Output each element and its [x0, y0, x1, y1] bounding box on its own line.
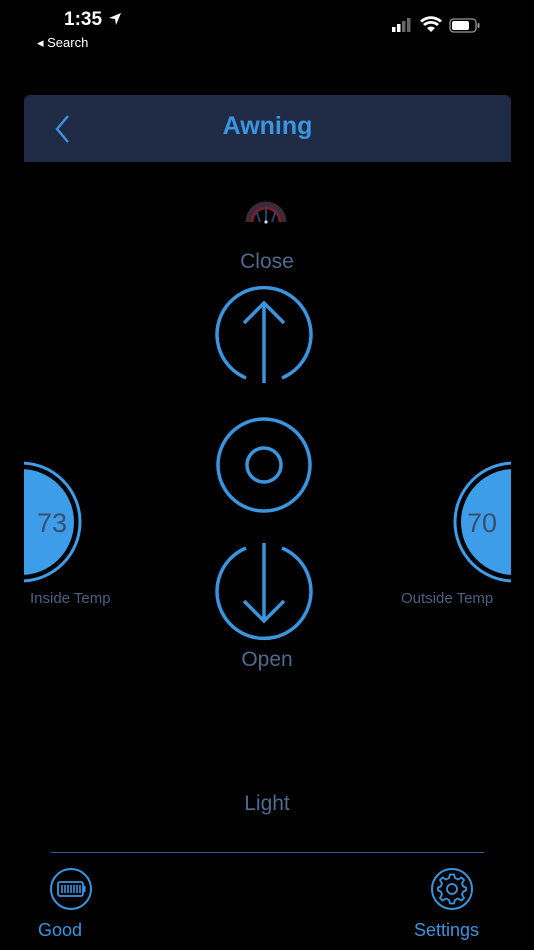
- cellular-signal-icon: [392, 18, 411, 32]
- bottom-divider: [51, 852, 484, 853]
- inside-temp-value: 73: [37, 508, 68, 538]
- settings-button[interactable]: [430, 867, 474, 916]
- outside-temp-value: 70: [467, 508, 498, 538]
- location-arrow-icon: [108, 12, 122, 31]
- open-label: Open: [241, 648, 293, 671]
- page-title: Awning: [222, 112, 313, 140]
- awning-status-icon: [244, 200, 288, 233]
- battery-status-button[interactable]: [49, 867, 93, 916]
- battery-icon: [449, 18, 480, 33]
- inside-temp-gauge: 73: [24, 460, 84, 586]
- outside-temp-label: Outside Temp: [401, 590, 494, 607]
- battery-status-label[interactable]: Good: [38, 920, 82, 941]
- battery-icon: [57, 881, 86, 897]
- light-label[interactable]: Light: [0, 792, 534, 816]
- open-awning-button[interactable]: [212, 541, 316, 650]
- close-label: Close: [240, 250, 294, 273]
- stop-awning-button[interactable]: [212, 416, 316, 521]
- back-to-search-link[interactable]: ◂ Search: [37, 35, 88, 51]
- wifi-icon: [420, 16, 442, 32]
- status-time: 1:35: [64, 9, 103, 30]
- gear-icon: [437, 873, 467, 905]
- header-bar: Awning: [24, 95, 511, 162]
- settings-label[interactable]: Settings: [414, 920, 479, 941]
- status-icons: [392, 16, 482, 41]
- outside-temp-gauge: 70: [450, 460, 511, 586]
- close-awning-button[interactable]: [212, 285, 316, 390]
- inside-temp-label: Inside Temp: [30, 590, 111, 607]
